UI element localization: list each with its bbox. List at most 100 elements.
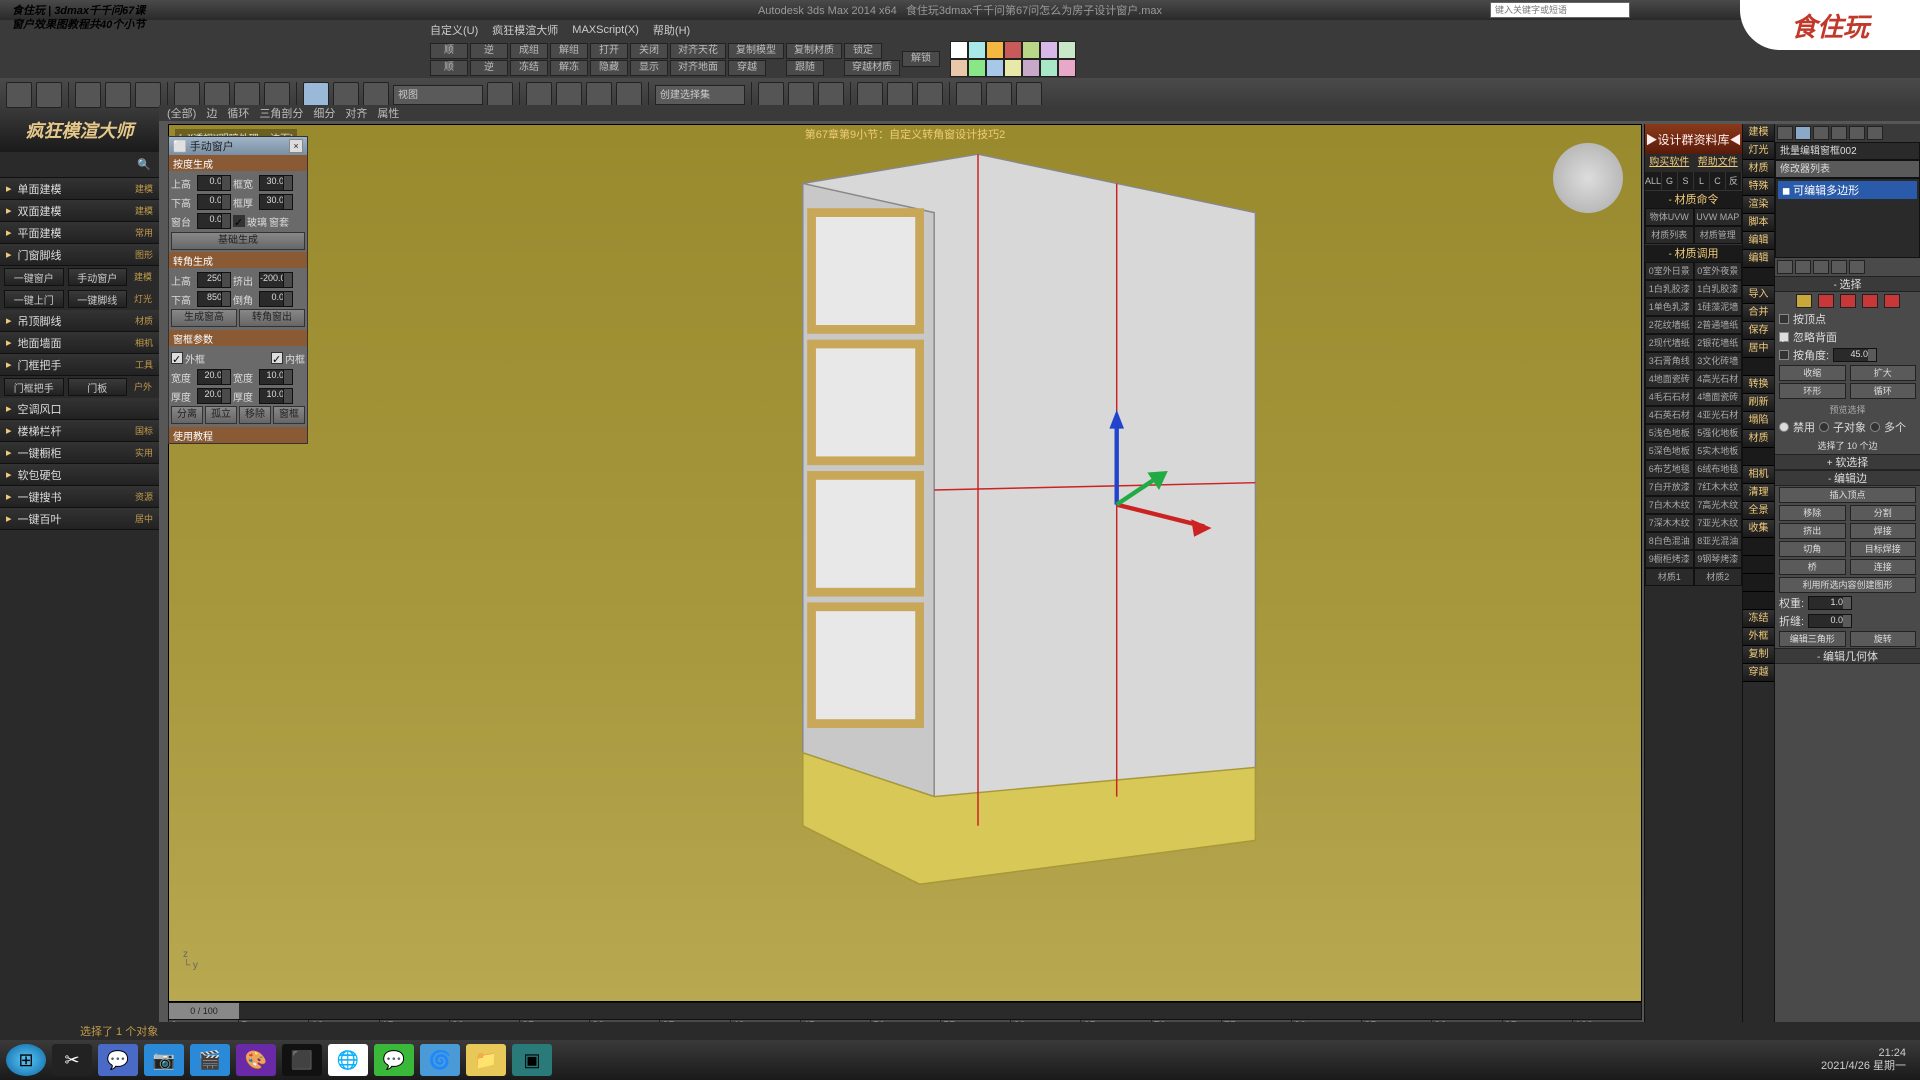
material-btn[interactable]: 2现代墙纸 [1645,334,1694,352]
rollout-edit-geom[interactable]: - 编辑几何体 [1775,648,1920,664]
btn-loop[interactable]: 循环 [1850,383,1917,399]
time-handle[interactable]: 0 / 100 [169,1003,239,1019]
display-tab-icon[interactable] [1849,126,1865,140]
category-btn[interactable]: 材质 [1743,430,1774,448]
btn-cw[interactable]: 顺 [430,43,468,59]
color-swatch[interactable] [986,59,1004,77]
border-icon[interactable] [1840,294,1856,308]
category-btn[interactable]: 渲染 [1743,196,1774,214]
material-btn[interactable]: 4高光石材 [1694,370,1743,388]
color-swatch[interactable] [1058,41,1076,59]
rollout-selection[interactable]: - 选择 [1775,276,1920,292]
category-btn[interactable]: 建模 [1743,124,1774,142]
sidebar-btn[interactable]: 一键上门 [4,290,64,308]
btn-edit-tri[interactable]: 编辑三角形 [1779,631,1846,647]
close-icon[interactable]: × [289,139,303,153]
btn-connect[interactable]: 连接 [1850,559,1917,575]
link-buy[interactable]: 购买软件 [1645,154,1694,172]
element-icon[interactable] [1884,294,1900,308]
filter-tab[interactable]: 反 [1726,172,1742,190]
sidebar-btn[interactable]: 一键脚线 [68,290,128,308]
material-btn[interactable]: 7白开放漆 [1645,478,1694,496]
category-btn[interactable]: 刷新 [1743,394,1774,412]
material-btn[interactable]: 3石膏角线 [1645,352,1694,370]
viewport-perspective[interactable]: [+][透视][明暗处理 + 边面] 第67章第9小节：自定义转角窗设计技巧2 … [168,124,1642,1002]
filter-tab[interactable]: G [1662,172,1678,190]
sidebar-item[interactable]: ▸门框把手工具 [0,354,159,376]
radio-subobj[interactable] [1819,422,1829,432]
btn-ccw[interactable]: 逆 [470,43,508,59]
mat-cmd-btn[interactable]: 物体UVW [1645,208,1694,226]
taskbar-app-1[interactable]: ✂ [52,1044,92,1076]
help-search-input[interactable] [1490,2,1630,18]
taskbar-app-4[interactable]: 🎬 [190,1044,230,1076]
ribbon-tab-loop[interactable]: 循环 [227,105,249,121]
material-btn[interactable]: 4毛石石材 [1645,388,1694,406]
material-btn[interactable]: 9钢琴烤漆 [1694,550,1743,568]
material-btn[interactable]: 7白木木纹 [1645,496,1694,514]
color-swatch[interactable] [1058,59,1076,77]
sidebar-item[interactable]: ▸双面建模建模 [0,200,159,222]
category-btn[interactable]: 编辑 [1743,250,1774,268]
category-btn[interactable]: 全景 [1743,502,1774,520]
color-swatch[interactable] [950,41,968,59]
mat-cmd-btn[interactable]: 材质管理 [1694,226,1743,244]
category-btn[interactable]: 导入 [1743,286,1774,304]
modifier-dropdown[interactable]: 修改器列表 [1775,160,1920,178]
radio-multi[interactable] [1870,422,1880,432]
menu-maxscript[interactable]: MAXScript(X) [572,24,639,36]
material-btn[interactable]: 4地面瓷砖 [1645,370,1694,388]
color-swatch[interactable] [1004,41,1022,59]
category-btn[interactable]: 穿越 [1743,664,1774,682]
taskbar-app-2[interactable]: 💬 [98,1044,138,1076]
sidebar-btn[interactable]: 门框把手 [4,378,64,396]
btn-target-weld[interactable]: 目标焊接 [1850,541,1917,557]
spin-it[interactable]: 10.0 [259,388,293,404]
btn-bridge[interactable]: 桥 [1779,559,1846,575]
material-btn[interactable]: 5浅色地板 [1645,424,1694,442]
category-btn[interactable]: 冻结 [1743,610,1774,628]
spin-sill[interactable]: 0.0 [197,213,231,229]
btn-cross-mat[interactable]: 穿越材质 [844,60,900,76]
btn-align-ceil[interactable]: 对齐天花 [670,43,726,59]
material-btn[interactable]: 7高光木纹 [1694,496,1743,514]
material-btn[interactable]: 5强化地板 [1694,424,1743,442]
motion-tab-icon[interactable] [1831,126,1847,140]
sidebar-item[interactable]: ▸吊顶脚线材质 [0,310,159,332]
btn-hide[interactable]: 隐藏 [590,60,628,76]
material-btn[interactable]: 4亚光石材 [1694,406,1743,424]
material-btn[interactable]: 1硅藻泥墙 [1694,298,1743,316]
category-btn[interactable]: 复制 [1743,646,1774,664]
color-swatch[interactable] [1022,59,1040,77]
start-button[interactable]: ⊞ [6,1044,46,1076]
link-icon[interactable] [75,82,101,108]
chk-outer[interactable]: ✓ [171,352,183,364]
btn-ungroup[interactable]: 解组 [550,43,588,59]
sidebar-item[interactable]: ▸一键橱柜实用 [0,442,159,464]
show-end-icon[interactable] [1795,260,1811,274]
material-btn[interactable]: 7红木木纹 [1694,478,1743,496]
ribbon-tab-align[interactable]: 对齐 [345,105,367,121]
spin-bot-h[interactable]: 0.0 [197,194,231,210]
section-tutorial[interactable]: 使用教程 [169,427,307,443]
taskbar-app-5[interactable]: 🎨 [236,1044,276,1076]
system-clock[interactable]: 21:242021/4/26 星期一 [1821,1047,1914,1073]
btn-remove[interactable]: 移除 [239,406,271,424]
btn-corner-out[interactable]: 转角窗出 [239,309,305,327]
btn-cross[interactable]: 穿越 [728,60,766,76]
section-corner[interactable]: 转角生成 [169,252,307,268]
taskbar-3dsmax[interactable]: ▣ [512,1044,552,1076]
btn-freeze[interactable]: 冻结 [510,60,548,76]
object-name-field[interactable]: 批量编辑窗框002 [1775,142,1920,160]
material-btn[interactable]: 0室外夜景 [1694,262,1743,280]
btn-turn[interactable]: 旋转 [1850,631,1917,647]
color-swatch[interactable] [986,41,1004,59]
redo-icon[interactable] [36,82,62,108]
material-btn[interactable]: 1白乳胶漆 [1645,280,1694,298]
material-btn[interactable]: 2花纹墙纸 [1645,316,1694,334]
spin-frame-t[interactable]: 30.0 [259,194,293,210]
color-swatch[interactable] [1022,41,1040,59]
btn-copy-mat[interactable]: 复制材质 [786,43,842,59]
time-slider[interactable]: 0 / 100 [168,1002,1642,1020]
material-btn[interactable]: 7亚光木纹 [1694,514,1743,532]
